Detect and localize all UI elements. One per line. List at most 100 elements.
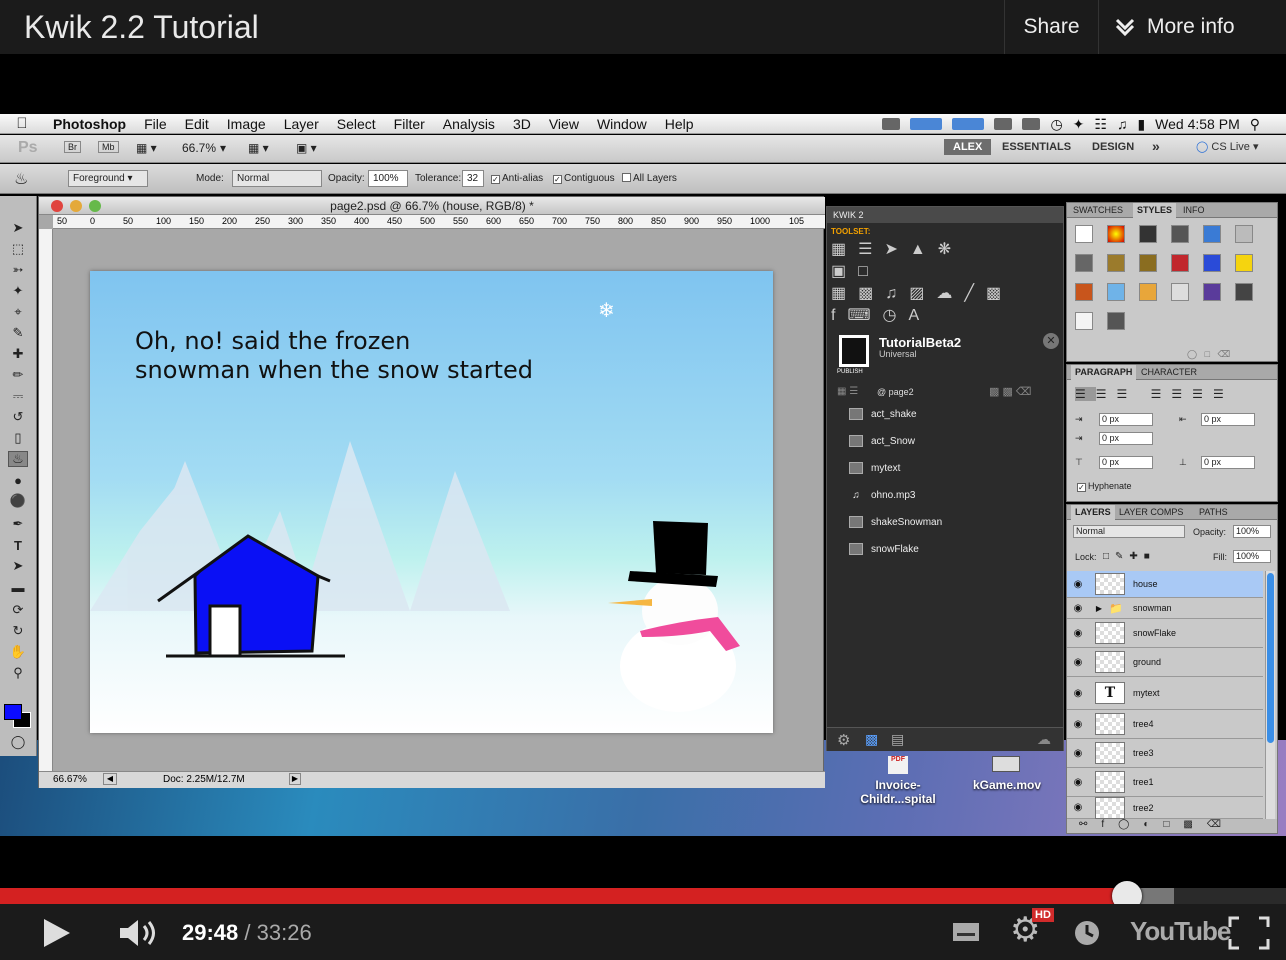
- tab-swatches[interactable]: SWATCHES: [1073, 205, 1123, 215]
- function-tool-icon[interactable]: f: [831, 307, 847, 324]
- align-right-icon[interactable]: ☰: [1117, 387, 1138, 401]
- captions-icon[interactable]: [952, 922, 980, 942]
- menu-help[interactable]: Help: [656, 116, 703, 132]
- move-tool-icon[interactable]: ➤: [8, 220, 28, 236]
- grid-tool-icon[interactable]: ▦: [831, 285, 858, 302]
- list-tool-icon[interactable]: ☰: [858, 241, 884, 258]
- wifi-icon[interactable]: ☷: [1094, 116, 1107, 133]
- kwik-item[interactable]: snowFlake: [849, 540, 919, 558]
- export-icon[interactable]: ▩: [865, 731, 878, 748]
- atom-tool-icon[interactable]: ❋: [938, 241, 963, 258]
- 3d-rotate-tool-icon[interactable]: ⟳: [8, 602, 28, 618]
- scrollbar-thumb[interactable]: [1267, 573, 1274, 743]
- style-swatch[interactable]: [1139, 254, 1157, 272]
- youtube-logo[interactable]: YouTube: [1130, 916, 1231, 947]
- visibility-eye-icon[interactable]: ◉: [1067, 748, 1089, 759]
- status-menu-icon[interactable]: ◀: [103, 773, 117, 785]
- alignment-buttons[interactable]: ☰☰☰ ☰☰☰☰: [1075, 387, 1234, 401]
- zoom-window-icon[interactable]: [89, 200, 101, 212]
- style-swatch[interactable]: [1235, 254, 1253, 272]
- play-icon[interactable]: [42, 918, 72, 948]
- close-window-icon[interactable]: [51, 200, 63, 212]
- cs-live-button[interactable]: ◯ CS Live ▾: [1196, 140, 1258, 153]
- workspace-essentials[interactable]: ESSENTIALS: [1002, 141, 1071, 153]
- menu-photoshop[interactable]: Photoshop: [44, 116, 135, 132]
- document-title-bar[interactable]: page2.psd @ 66.7% (house, RGB/8) *: [39, 197, 825, 215]
- hand-tool-icon[interactable]: ✋: [8, 644, 28, 660]
- tray-icon[interactable]: [882, 118, 901, 130]
- menu-file[interactable]: File: [135, 116, 176, 132]
- blend-mode-select[interactable]: Normal: [1073, 525, 1185, 538]
- page-actions-icons[interactable]: ▩ ▩ ⌫: [989, 385, 1031, 398]
- chevron-down-icon[interactable]: ▾: [220, 141, 226, 155]
- desktop-file-kgame[interactable]: kGame.mov: [962, 778, 1052, 792]
- kwik-tab[interactable]: KWIK 2: [827, 207, 1063, 223]
- clone-stamp-tool-icon[interactable]: ⎓: [8, 388, 28, 404]
- menu-layer[interactable]: Layer: [275, 116, 328, 132]
- clock-tool-icon[interactable]: ◷: [883, 307, 909, 324]
- layer-row-tree4[interactable]: ◉ tree4: [1067, 710, 1263, 739]
- layer-fill-input[interactable]: 100%: [1233, 550, 1271, 563]
- eyedropper-tool-icon[interactable]: ✎: [8, 325, 28, 341]
- fill-source-select[interactable]: Foreground ▾: [68, 170, 148, 187]
- menu-analysis[interactable]: Analysis: [434, 116, 504, 132]
- search-icon[interactable]: ⚲: [1250, 116, 1260, 133]
- style-swatch[interactable]: [1139, 283, 1157, 301]
- visibility-eye-icon[interactable]: ◉: [1067, 688, 1089, 699]
- menu-view[interactable]: View: [540, 116, 588, 132]
- opacity-input[interactable]: 100%: [368, 170, 408, 187]
- document-canvas[interactable]: ❄ Oh, no! said the frozen snowman when t…: [90, 271, 773, 733]
- more-info-button[interactable]: More info: [1098, 0, 1286, 54]
- style-swatch[interactable]: [1171, 283, 1189, 301]
- status-arrow-icon[interactable]: ▶: [289, 773, 301, 785]
- video-title[interactable]: Kwik 2.2 Tutorial: [24, 9, 259, 46]
- tab-character[interactable]: CHARACTER: [1141, 367, 1197, 377]
- justify-all-icon[interactable]: ☰: [1213, 387, 1234, 401]
- copy-icon[interactable]: ▤: [891, 731, 904, 748]
- video-tool-icon[interactable]: ▩: [986, 285, 1013, 302]
- volume-icon[interactable]: ♫: [1117, 116, 1128, 132]
- time-machine-icon[interactable]: ◷: [1050, 116, 1062, 133]
- menu-filter[interactable]: Filter: [385, 116, 434, 132]
- marquee-tool-icon[interactable]: ⬚: [8, 241, 28, 257]
- layer-row-tree3[interactable]: ◉ tree3: [1067, 739, 1263, 768]
- menu-window[interactable]: Window: [588, 116, 656, 132]
- contiguous-checkbox[interactable]: ✓ Contiguous: [553, 173, 615, 184]
- quick-mask-icon[interactable]: ◯: [8, 734, 28, 750]
- menu-image[interactable]: Image: [218, 116, 275, 132]
- blur-tool-icon[interactable]: ●: [8, 472, 28, 488]
- more-workspaces-icon[interactable]: »: [1152, 138, 1160, 154]
- pdf-file-icon[interactable]: PDF: [888, 756, 908, 774]
- cloud-tool-icon[interactable]: ☁: [936, 285, 964, 302]
- 3d-orbit-tool-icon[interactable]: ↻: [8, 623, 28, 639]
- flask-tool-icon[interactable]: ▲: [910, 241, 938, 258]
- style-swatch[interactable]: [1203, 225, 1221, 243]
- align-center-icon[interactable]: ☰: [1096, 387, 1117, 401]
- kwik-item[interactable]: mytext: [849, 459, 900, 477]
- justify-right-icon[interactable]: ☰: [1192, 387, 1213, 401]
- visibility-eye-icon[interactable]: ◉: [1067, 579, 1089, 590]
- watch-later-icon[interactable]: [1074, 920, 1100, 946]
- menu-edit[interactable]: Edit: [176, 116, 218, 132]
- align-left-icon[interactable]: ☰: [1075, 387, 1096, 401]
- cloud-icon[interactable]: ☁: [1037, 731, 1051, 748]
- first-line-indent-input[interactable]: 0 px: [1099, 432, 1153, 445]
- kwik-item[interactable]: ♫ ohno.mp3: [849, 486, 915, 504]
- kwik-item[interactable]: act_shake: [849, 405, 917, 423]
- publish-label[interactable]: PUBLISH: [837, 369, 863, 375]
- tray-icon[interactable]: [910, 118, 943, 130]
- crop-tool-icon[interactable]: ⌖: [8, 304, 28, 320]
- history-brush-tool-icon[interactable]: ↺: [8, 409, 28, 425]
- horizontal-ruler[interactable]: 50 0 50 100 150 200 250 300 350 400 450 …: [53, 215, 825, 229]
- visibility-eye-icon[interactable]: ◉: [1067, 603, 1089, 614]
- type-tool-icon[interactable]: T: [8, 537, 28, 553]
- hyphenate-checkbox[interactable]: ✓ Hyphenate: [1077, 481, 1132, 492]
- tab-styles[interactable]: STYLES: [1133, 203, 1177, 218]
- menu-3d[interactable]: 3D: [504, 116, 540, 132]
- visibility-eye-icon[interactable]: ◉: [1067, 719, 1089, 730]
- apple-icon[interactable]: : [0, 115, 44, 132]
- view-extras-icon[interactable]: ▦ ▾: [136, 141, 157, 155]
- visibility-eye-icon[interactable]: ◉: [1067, 628, 1089, 639]
- layers-scrollbar[interactable]: [1265, 571, 1275, 819]
- path-selection-tool-icon[interactable]: ➤: [8, 558, 28, 574]
